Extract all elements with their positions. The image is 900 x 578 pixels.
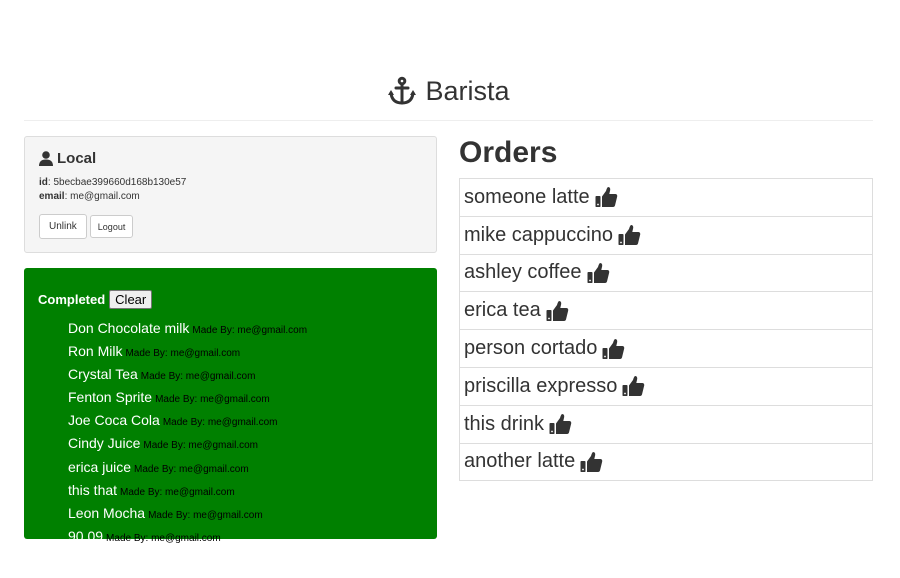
unlink-button[interactable]: Unlink: [39, 214, 87, 239]
id-line: id: 5becbae399660d168b130e57: [39, 177, 187, 188]
completed-item: Cindy Juice Made By: me@gmail.com: [68, 433, 423, 456]
order-name: someone latte: [464, 185, 590, 208]
completed-item: Ron Milk Made By: me@gmail.com: [68, 341, 423, 364]
made-by: Made By: me@gmail.com: [120, 486, 235, 498]
completed-drink: this that: [68, 481, 118, 498]
thumbs-up-icon[interactable]: [618, 224, 641, 246]
made-by: Made By: me@gmail.com: [148, 509, 263, 521]
local-title-label: Local: [57, 150, 97, 167]
id-label: id: [39, 177, 48, 188]
email-value: me@gmail.com: [70, 191, 140, 202]
email-label: email: [39, 191, 65, 202]
completed-header: Completed Clear: [38, 290, 423, 309]
order-name: erica tea: [464, 299, 541, 322]
clear-button[interactable]: Clear: [109, 290, 153, 309]
order-item: erica tea: [459, 291, 873, 331]
completed-item: Crystal Tea Made By: me@gmail.com: [68, 364, 423, 387]
completed-drink: Fenton Sprite: [68, 389, 153, 406]
account-info: id: 5becbae399660d168b130e57 email: me@g…: [39, 176, 422, 204]
completed-item: Joe Coca Cola Made By: me@gmail.com: [68, 410, 423, 433]
completed-drink: Don Chocolate milk: [68, 320, 190, 336]
completed-item: Fenton Sprite Made By: me@gmail.com: [68, 387, 423, 410]
completed-item: this that Made By: me@gmail.com: [68, 480, 423, 503]
completed-drink: Leon Mocha: [68, 504, 146, 521]
brand: Barista: [387, 72, 510, 110]
completed-item: Leon Mocha Made By: me@gmail.com: [68, 503, 423, 526]
thumbs-up-icon[interactable]: [546, 300, 569, 322]
page-title: Barista: [425, 76, 510, 106]
order-name: person cortado: [464, 337, 598, 360]
completed-drink: Ron Milk: [68, 343, 123, 360]
completed-list: Don Chocolate milk Made By: me@gmail.com …: [38, 318, 423, 549]
order-item: someone latte: [459, 178, 873, 217]
completed-drink: Crystal Tea: [68, 366, 138, 383]
order-item: priscilla expresso: [459, 366, 873, 406]
page-header: Barista: [24, 72, 873, 121]
order-name: this drink: [464, 412, 545, 435]
made-by: Made By: me@gmail.com: [192, 325, 308, 336]
thumbs-up-icon[interactable]: [595, 186, 618, 208]
order-item: mike cappuccino: [459, 215, 873, 255]
order-name: priscilla expresso: [464, 374, 618, 397]
order-item: ashley coffee: [459, 253, 873, 293]
completed-item: 90 09 Made By: me@gmail.com: [68, 526, 423, 549]
local-title: Local: [39, 150, 422, 167]
order-name: another latte: [464, 450, 576, 473]
logout-button[interactable]: Logout: [89, 215, 134, 238]
completed-drink: 90 09: [68, 527, 104, 544]
account-buttons: Unlink Logout: [39, 214, 422, 239]
thumbs-up-icon[interactable]: [580, 451, 603, 473]
id-value: 5becbae399660d168b130e57: [53, 177, 187, 188]
order-item: this drink: [459, 404, 873, 444]
thumbs-up-icon[interactable]: [587, 262, 610, 284]
made-by: Made By: me@gmail.com: [155, 394, 270, 406]
completed-drink: erica juice: [68, 458, 132, 475]
completed-drink: Joe Coca Cola: [68, 412, 160, 429]
made-by: Made By: me@gmail.com: [143, 440, 259, 452]
completed-drink: Cindy Juice: [68, 435, 141, 452]
order-item: another latte: [459, 442, 873, 482]
completed-panel: Completed Clear Don Chocolate milk Made B…: [24, 268, 437, 544]
anchor-icon: [387, 76, 417, 106]
thumbs-up-icon[interactable]: [549, 413, 572, 435]
thumbs-up-icon[interactable]: [622, 375, 645, 397]
order-name: mike cappuccino: [464, 223, 613, 246]
completed-label: Completed: [38, 292, 106, 307]
local-account-panel: Local id: 5becbae399660d168b130e57 email…: [24, 136, 437, 253]
order-name: ashley coffee: [464, 261, 582, 284]
made-by: Made By: me@gmail.com: [162, 417, 278, 429]
user-icon: [39, 151, 53, 166]
made-by: Made By: me@gmail.com: [134, 463, 249, 475]
made-by: Made By: me@gmail.com: [125, 348, 241, 360]
order-item: person cortado: [459, 329, 873, 368]
completed-item: Don Chocolate milk Made By: me@gmail.com: [68, 318, 423, 341]
orders-list: someone latte mike cappuccino ashley cof…: [459, 178, 873, 482]
made-by: Made By: me@gmail.com: [140, 371, 256, 383]
orders-title: Orders: [459, 136, 558, 169]
made-by: Made By: me@gmail.com: [106, 532, 221, 544]
email-line: email: me@gmail.com: [39, 191, 140, 202]
completed-item: erica juice Made By: me@gmail.com: [68, 457, 423, 480]
thumbs-up-icon[interactable]: [602, 338, 625, 360]
